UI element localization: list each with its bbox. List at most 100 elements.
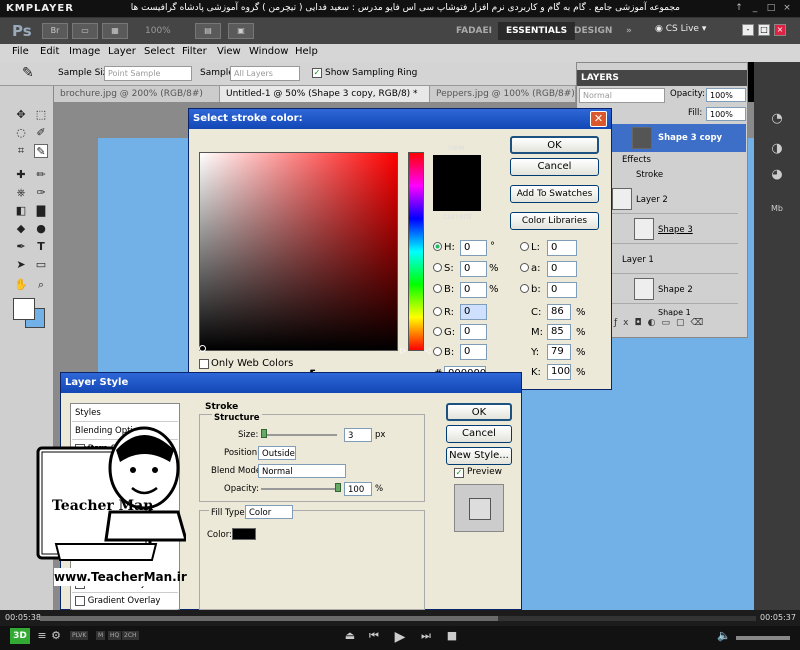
lasso-tool-icon[interactable]: ◌ <box>14 126 28 140</box>
layer-row[interactable]: Shape 2 <box>608 274 738 304</box>
k-input[interactable]: 100 <box>547 364 571 380</box>
zoom-level[interactable]: 100% <box>145 26 171 36</box>
h-input[interactable]: 0 <box>460 240 487 256</box>
a-input[interactable]: 0 <box>547 261 577 277</box>
maximize-icon[interactable]: □ <box>764 2 778 15</box>
layer-style-ok-button[interactable]: OK <box>446 403 512 421</box>
color-panel-icon[interactable]: ◔ <box>766 108 788 130</box>
zoom-tool-icon[interactable]: ⌕ <box>34 278 48 292</box>
layers-footer-icons[interactable]: ƒx◘◐▭▢⌫ <box>614 318 744 332</box>
seek-track[interactable] <box>40 616 498 621</box>
layer-row[interactable]: Shape 3 <box>608 214 738 244</box>
play-icon[interactable]: ▶ <box>392 629 408 645</box>
opacity-slider[interactable] <box>261 488 337 490</box>
foreground-color-swatch[interactable] <box>13 298 35 320</box>
quick-select-tool-icon[interactable]: ✐ <box>34 126 48 140</box>
eject-icon[interactable]: ⏏ <box>342 629 358 642</box>
radio-h[interactable] <box>433 242 442 254</box>
c-input[interactable]: 86 <box>547 304 571 320</box>
menu-image[interactable]: Image <box>69 46 100 57</box>
r-input[interactable]: 0 <box>460 304 487 320</box>
menu-window[interactable]: Window <box>249 46 288 57</box>
s-input[interactable]: 0 <box>460 261 487 277</box>
fill-type-select[interactable]: Color <box>245 505 293 519</box>
gradient-overlay-item[interactable]: . Gradient Overlay <box>72 592 178 610</box>
b-input[interactable]: 0 <box>460 282 487 298</box>
hand-tool-icon[interactable]: ✋ <box>14 278 28 292</box>
ps-close-icon[interactable]: × <box>774 24 786 36</box>
radio-b-rgb[interactable] <box>433 347 442 359</box>
badge-m[interactable]: M <box>96 631 106 640</box>
only-web-colors-checkbox[interactable]: . <box>199 358 209 369</box>
y-input[interactable]: 79 <box>547 344 571 360</box>
workspace-design[interactable]: DESIGN <box>566 22 620 40</box>
volume-icon[interactable]: 🔈 <box>716 629 732 642</box>
radio-r[interactable] <box>433 307 442 319</box>
blur-tool-icon[interactable]: ◆ <box>14 222 28 236</box>
new-style-button[interactable]: New Style... <box>446 447 512 465</box>
l-input[interactable]: 0 <box>547 240 577 256</box>
stop-icon[interactable]: ■ <box>444 629 460 642</box>
sample-select[interactable]: All Layers <box>230 66 300 81</box>
color-libraries-button[interactable]: Color Libraries <box>510 212 599 230</box>
3d-button[interactable]: 3D <box>10 628 30 644</box>
mini-bridge-icon[interactable]: Mb <box>766 198 788 220</box>
shape-tool-icon[interactable]: ▭ <box>34 258 48 272</box>
menu-help[interactable]: Help <box>295 46 318 57</box>
dodge-tool-icon[interactable]: ● <box>34 222 48 236</box>
workspace-fadaei[interactable]: FADAEI <box>448 22 500 40</box>
dialog-close-icon[interactable]: ✕ <box>590 111 607 127</box>
workspace-more[interactable]: » <box>618 22 640 40</box>
radio-b[interactable] <box>433 284 442 296</box>
minibridge-icon[interactable]: ▭ <box>72 23 98 39</box>
cs-live-menu[interactable]: ◉ CS Live ▾ <box>655 24 706 34</box>
tab-brochure[interactable]: brochure.jpg @ 200% (RGB/8#) <box>54 86 220 102</box>
ps-minimize-icon[interactable]: - <box>742 24 754 36</box>
stroke-color-swatch[interactable] <box>232 528 256 540</box>
ps-maximize-icon[interactable]: □ <box>758 24 770 36</box>
hue-handle-left[interactable]: ▷ <box>400 346 406 355</box>
layer-row-selected[interactable]: Shape 3 copy <box>608 124 746 152</box>
move-tool-icon[interactable]: ✥ <box>14 108 28 122</box>
layer-blend-select[interactable]: Normal <box>579 88 665 103</box>
show-ring-checkbox[interactable]: ✓ <box>312 67 322 78</box>
cancel-button[interactable]: Cancel <box>510 158 599 176</box>
pin-icon[interactable]: ↑ <box>732 2 746 15</box>
color-field[interactable] <box>199 152 398 351</box>
size-slider[interactable] <box>261 434 337 436</box>
volume-slider[interactable] <box>736 636 790 640</box>
position-select[interactable]: Outside <box>258 446 296 460</box>
settings-icon[interactable]: ⚙ <box>48 629 64 642</box>
seek-remaining[interactable] <box>498 616 756 621</box>
menu-edit[interactable]: Edit <box>40 46 59 57</box>
bridge-icon[interactable]: Br <box>42 23 68 39</box>
menu-layer[interactable]: Layer <box>108 46 136 57</box>
badge-2ch[interactable]: 2CH <box>122 631 139 640</box>
menu-filter[interactable]: Filter <box>182 46 207 57</box>
radio-l[interactable] <box>520 242 529 254</box>
guides-icon[interactable]: ▦ <box>102 23 128 39</box>
ok-button[interactable]: OK <box>510 136 599 154</box>
layer-style-cancel-button[interactable]: Cancel <box>446 425 512 443</box>
type-tool-icon[interactable]: T <box>34 240 48 254</box>
eraser-tool-icon[interactable]: ◧ <box>14 204 28 218</box>
healing-tool-icon[interactable]: ✚ <box>14 168 28 182</box>
radio-a[interactable] <box>520 263 529 275</box>
marquee-tool-icon[interactable]: ⬚ <box>34 108 48 122</box>
preview-checkbox[interactable]: ✓ <box>454 467 464 478</box>
adjustments-icon[interactable]: ◑ <box>766 138 788 160</box>
sample-size-select[interactable]: Point Sample <box>104 66 192 81</box>
badge-hq[interactable]: HQ <box>108 631 122 640</box>
badge-plvk[interactable]: PLVK <box>70 631 89 640</box>
stroke-opacity-input[interactable]: 100 <box>344 482 372 496</box>
channels-icon[interactable]: ◕ <box>766 164 788 186</box>
screen-mode-icon[interactable]: ▣ <box>228 23 254 39</box>
crop-tool-icon[interactable]: ⌗ <box>14 144 28 158</box>
b-lab-input[interactable]: 0 <box>547 282 577 298</box>
path-select-icon[interactable]: ➤ <box>14 258 28 272</box>
g-input[interactable]: 0 <box>460 324 487 340</box>
radio-s[interactable] <box>433 263 442 275</box>
layer-row[interactable]: Layer 1 <box>608 244 738 274</box>
eyedropper-icon[interactable]: ✎ <box>34 144 48 158</box>
hue-handle-right[interactable]: ◁ <box>425 346 431 355</box>
